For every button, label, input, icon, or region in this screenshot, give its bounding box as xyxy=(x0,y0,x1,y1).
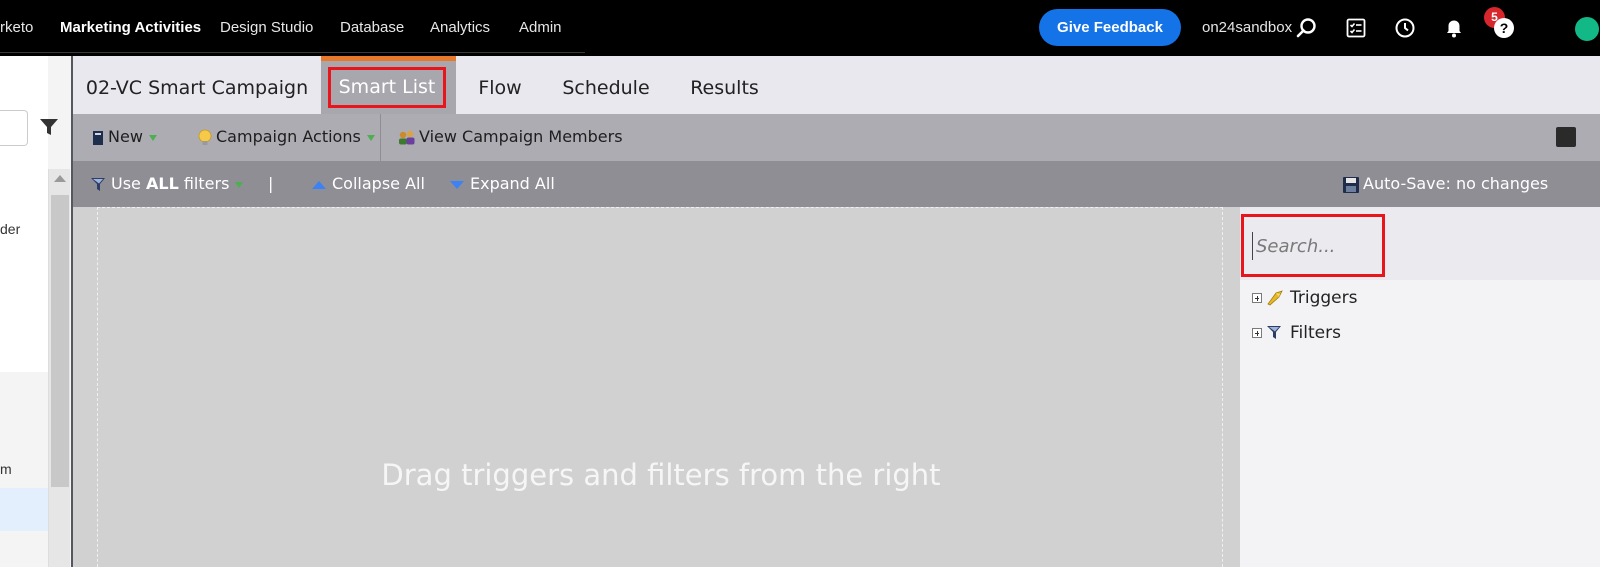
tree-node-label: Filters xyxy=(1290,323,1341,343)
dropdown-arrow-icon xyxy=(366,134,375,141)
collapse-all-label: Collapse All xyxy=(332,174,425,193)
tab-smart-list-label[interactable]: Smart List xyxy=(328,67,446,108)
campaign-actions-button[interactable]: Campaign Actions xyxy=(197,114,375,161)
filter-logic-menu[interactable]: Use ALL filters xyxy=(90,161,244,207)
filter-drop-zone[interactable]: Drag triggers and filters from the right xyxy=(97,207,1223,567)
expand-plus-icon[interactable] xyxy=(1252,328,1262,338)
view-campaign-members-button[interactable]: View Campaign Members xyxy=(397,114,623,161)
new-menu-button[interactable]: New xyxy=(92,114,157,161)
trigger-icon xyxy=(1267,290,1283,306)
members-icon xyxy=(399,130,415,144)
tree-node-filters[interactable]: Filters xyxy=(1252,321,1341,345)
expand-all-button[interactable]: Expand All xyxy=(450,161,555,207)
smart-list-canvas[interactable]: Drag triggers and filters from the right xyxy=(73,207,1240,567)
search-icon[interactable] xyxy=(1295,16,1319,40)
filter-bar-separator: | xyxy=(268,174,274,193)
help-icon[interactable]: ? xyxy=(1492,16,1516,40)
bell-icon[interactable] xyxy=(1442,16,1466,40)
auto-save-status: Auto-Save: no changes xyxy=(1342,161,1548,207)
collapse-arrow-icon xyxy=(312,180,326,189)
funnel-icon xyxy=(91,177,105,191)
top-navigation-bar: rketo Marketing Activities Design Studio… xyxy=(0,0,1600,56)
scrollbar-thumb[interactable] xyxy=(51,195,69,487)
save-disk-icon xyxy=(1343,176,1359,193)
nav-item-marketing-activities[interactable]: Marketing Activities xyxy=(60,0,201,56)
tab-schedule[interactable]: Schedule xyxy=(550,56,662,114)
tab-smart-list[interactable]: Smart List xyxy=(321,56,456,114)
panel-toggle-icon[interactable] xyxy=(1556,127,1576,147)
campaign-toolbar: New Campaign Actions View Campaign Membe… xyxy=(73,114,1600,161)
auto-save-label: Auto-Save: no changes xyxy=(1363,174,1549,193)
svg-text:?: ? xyxy=(1500,20,1509,36)
filter-icon[interactable] xyxy=(38,116,60,138)
nav-item-database[interactable]: Database xyxy=(340,0,404,56)
checklist-icon[interactable] xyxy=(1344,16,1368,40)
dropdown-arrow-icon xyxy=(148,134,157,141)
tree-node-label: Triggers xyxy=(1290,288,1358,308)
campaign-tab-bar: 02-VC Smart Campaign Flow Schedule Resul… xyxy=(73,56,1600,114)
nav-item-design-studio[interactable]: Design Studio xyxy=(220,0,313,56)
dropdown-arrow-icon xyxy=(235,181,244,188)
expand-plus-icon[interactable] xyxy=(1252,293,1262,303)
nav-item-marketo[interactable]: rketo xyxy=(0,0,33,56)
left-tree-panel: der m xyxy=(0,56,73,567)
view-campaign-members-label: View Campaign Members xyxy=(419,127,623,146)
filter-logic-suffix: filters xyxy=(178,174,230,193)
tree-selected-row[interactable] xyxy=(0,488,48,531)
tab-campaign-name[interactable]: 02-VC Smart Campaign xyxy=(73,56,321,114)
new-menu-label: New xyxy=(108,127,143,146)
tab-results[interactable]: Results xyxy=(678,56,771,114)
smart-list-filter-bar: Use ALL filters | Collapse All Expand Al… xyxy=(73,161,1600,207)
tree-item-fragment[interactable]: m xyxy=(0,461,12,477)
tree-search-input[interactable] xyxy=(0,110,28,146)
palette-search-area xyxy=(1240,207,1600,280)
expand-all-label: Expand All xyxy=(470,174,555,193)
left-panel-scrollbar[interactable] xyxy=(48,169,70,567)
scroll-up-arrow-icon[interactable] xyxy=(54,175,66,182)
tree-node-triggers[interactable]: Triggers xyxy=(1252,286,1358,310)
left-panel-content xyxy=(0,56,48,372)
nav-divider xyxy=(0,52,585,53)
workspace-name[interactable]: on24sandbox xyxy=(1202,0,1292,56)
tree-item-fragment[interactable]: der xyxy=(0,221,20,237)
expand-arrow-icon xyxy=(450,180,464,189)
collapse-all-button[interactable]: Collapse All xyxy=(312,161,425,207)
palette-search-highlight xyxy=(1241,214,1385,277)
filter-icon xyxy=(1267,326,1281,339)
new-document-icon xyxy=(93,130,103,145)
filter-logic-value: ALL xyxy=(145,174,179,193)
trigger-filter-palette: Triggers Filters xyxy=(1240,207,1600,567)
palette-search-input[interactable] xyxy=(1252,232,1372,260)
give-feedback-button[interactable]: Give Feedback xyxy=(1039,9,1181,46)
nav-item-admin[interactable]: Admin xyxy=(519,0,562,56)
filter-logic-prefix: Use xyxy=(111,174,146,193)
toolbar-separator xyxy=(380,114,381,161)
tab-flow[interactable]: Flow xyxy=(465,56,535,114)
drop-zone-hint: Drag triggers and filters from the right xyxy=(381,458,941,492)
campaign-actions-label: Campaign Actions xyxy=(216,127,361,146)
clock-icon[interactable] xyxy=(1393,16,1417,40)
lightbulb-icon xyxy=(198,129,212,145)
nav-item-analytics[interactable]: Analytics xyxy=(430,0,490,56)
user-avatar[interactable] xyxy=(1575,17,1599,41)
